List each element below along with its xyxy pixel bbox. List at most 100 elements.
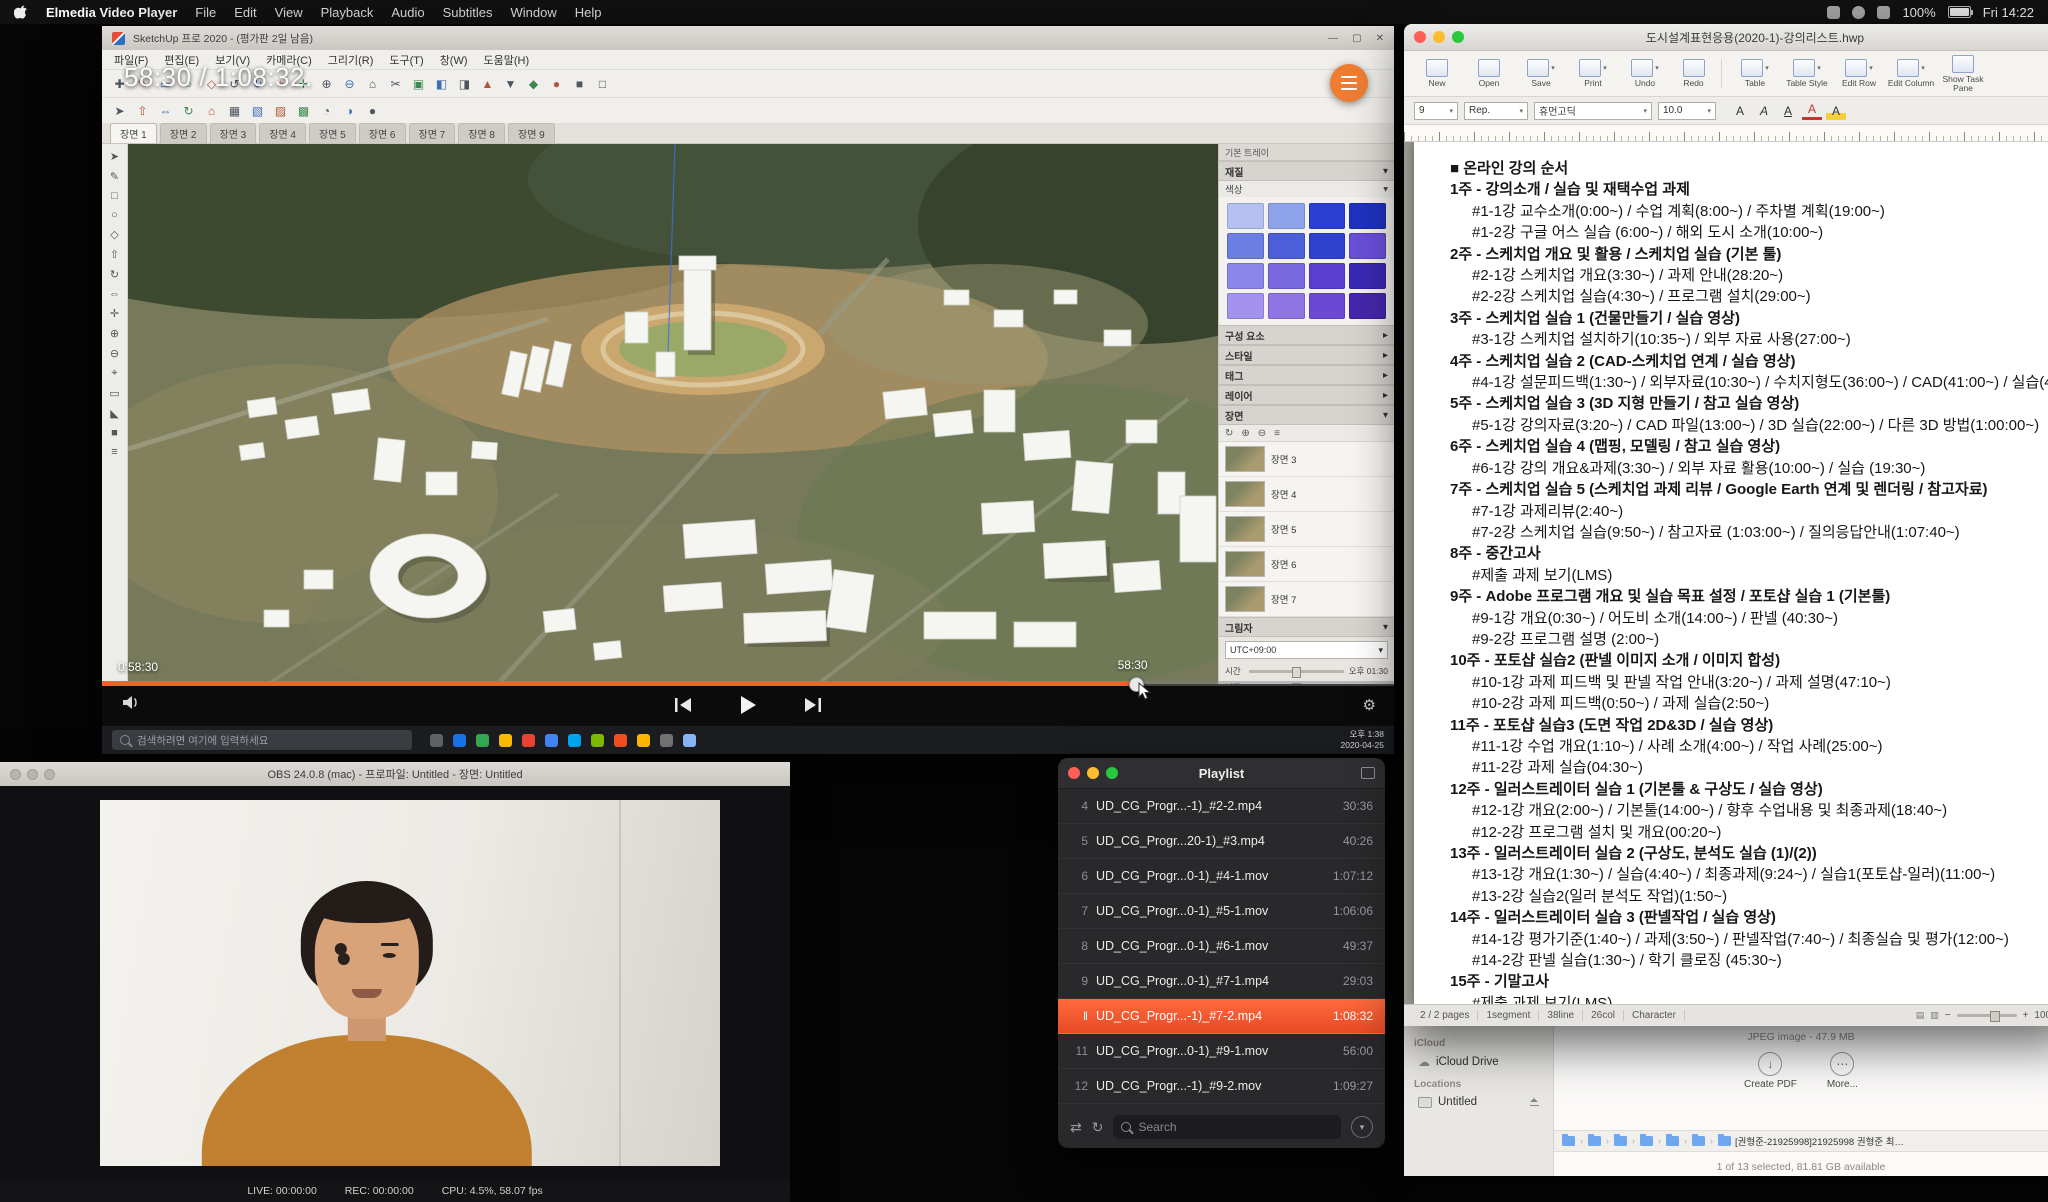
- settings-gear-icon[interactable]: ⚙: [1363, 696, 1376, 714]
- menubar-menu-item[interactable]: Window: [510, 5, 556, 20]
- menubar-app-name[interactable]: Elmedia Video Player: [46, 5, 177, 20]
- zoom-button[interactable]: [44, 769, 55, 780]
- zoom-button[interactable]: [1452, 31, 1464, 43]
- page-layout-icon[interactable]: ▥: [1930, 1010, 1939, 1021]
- repeat-icon[interactable]: ↻: [1092, 1119, 1104, 1136]
- close-button[interactable]: [1068, 767, 1080, 779]
- format-select[interactable]: Rep. ▾: [1464, 102, 1528, 120]
- sidebar-item-icloud-drive[interactable]: ☁ iCloud Drive: [1414, 1053, 1543, 1071]
- font-color-icon[interactable]: A: [1802, 102, 1822, 120]
- menubar-menu-item[interactable]: File: [195, 5, 216, 20]
- obs-title-bar[interactable]: OBS 24.0.8 (mac) - 프로파일: Untitled - 장면: …: [0, 762, 790, 786]
- document-page[interactable]: ■ 온라인 강의 순서1주 - 강의소개 / 실습 및 재택수업 과제#1-1강…: [1414, 142, 2048, 1004]
- toolbar-button[interactable]: ▾ Open: [1464, 59, 1514, 88]
- toolbar-button[interactable]: ▾ Print: [1568, 59, 1618, 88]
- menubar-menu-item[interactable]: Subtitles: [443, 5, 493, 20]
- playlist-item[interactable]: 4 UD_CG_Progr...-1)_#2-2.mp4 30:36: [1058, 789, 1385, 824]
- folder-icon[interactable]: [1666, 1136, 1679, 1146]
- video-player-window[interactable]: SketchUp 프로 2020 - (평가판 2일 남음) — ▢ ✕ 파일(…: [102, 26, 1394, 754]
- minimize-button[interactable]: [27, 769, 38, 780]
- close-button[interactable]: [1414, 31, 1426, 43]
- playlist-item[interactable]: 6 UD_CG_Progr...0-1)_#4-1.mov 1:07:12: [1058, 859, 1385, 894]
- minimize-button[interactable]: [1433, 31, 1445, 43]
- document-text-line: #1-2강 구글 어스 실습 (6:00~) / 해외 도시 소개(10:00~…: [1450, 222, 2048, 243]
- menubar-menu-item[interactable]: Playback: [321, 5, 374, 20]
- dropdown-caret-icon[interactable]: ▾: [1603, 64, 1607, 72]
- folder-icon[interactable]: [1640, 1136, 1653, 1146]
- menubar-clock[interactable]: Fri 14:22: [1983, 5, 2034, 20]
- doc-title-bar[interactable]: 도시설계표현응용(2020-1)-강의리스트.hwp: [1404, 24, 2048, 51]
- toolbar-button[interactable]: ▾ New: [1412, 59, 1462, 88]
- status-icon[interactable]: [1827, 6, 1840, 19]
- format-select-value: 10.0: [1663, 105, 1682, 116]
- menubar-menu-item[interactable]: Audio: [391, 5, 424, 20]
- toolbar-button[interactable]: ▾ Table Style: [1782, 59, 1832, 88]
- popout-icon[interactable]: [1361, 767, 1375, 779]
- tool-icon: ↻: [110, 268, 119, 281]
- toolbar-button[interactable]: ▾ Redo: [1672, 59, 1722, 88]
- toolbar-button[interactable]: ▾ Table: [1730, 59, 1780, 88]
- zoom-in-button[interactable]: +: [2023, 1010, 2029, 1021]
- folder-icon[interactable]: [1588, 1136, 1601, 1146]
- zoom-button[interactable]: [1106, 767, 1118, 779]
- highlight-color-icon[interactable]: A: [1826, 102, 1846, 120]
- format-select[interactable]: 10.0 ▾: [1658, 102, 1716, 120]
- format-select[interactable]: 휴먼고딕 ▾: [1534, 102, 1652, 120]
- playlist-search-input[interactable]: Search: [1113, 1115, 1341, 1139]
- toolbar-button[interactable]: ▾ Show Task Pane: [1938, 55, 1988, 93]
- quick-action-button[interactable]: ↓ Create PDF: [1744, 1052, 1797, 1090]
- underline-icon[interactable]: A: [1778, 102, 1798, 120]
- menubar-menu-item[interactable]: Edit: [234, 5, 256, 20]
- video-content-3d-view[interactable]: [128, 144, 1218, 684]
- progress-bar[interactable]: [102, 681, 1394, 686]
- minimize-button[interactable]: [1087, 767, 1099, 779]
- page-view-icon[interactable]: ▤: [1916, 1010, 1925, 1021]
- zoom-out-button[interactable]: −: [1945, 1010, 1951, 1021]
- format-select[interactable]: 9 ▾: [1414, 102, 1458, 120]
- status-icon[interactable]: [1852, 6, 1865, 19]
- dropdown-caret-icon[interactable]: ▾: [1551, 64, 1555, 72]
- playlist-item[interactable]: 5 UD_CG_Progr...20-1)_#3.mp4 40:26: [1058, 824, 1385, 859]
- volume-icon[interactable]: [122, 695, 140, 716]
- playlist-item[interactable]: 8 UD_CG_Progr...0-1)_#6-1.mov 49:37: [1058, 929, 1385, 964]
- toolbar-button[interactable]: ▾ Edit Column: [1886, 59, 1936, 88]
- playlist-item[interactable]: 7 UD_CG_Progr...0-1)_#5-1.mov 1:06:06: [1058, 894, 1385, 929]
- document-text-line: #12-1강 개요(2:00~) / 기본툴(14:00~) / 향후 수업내용…: [1450, 800, 2048, 821]
- dropdown-caret-icon[interactable]: ▾: [1655, 64, 1659, 72]
- menubar-menu-item[interactable]: View: [275, 5, 303, 20]
- dropdown-caret-icon[interactable]: ▾: [1817, 64, 1821, 72]
- shuffle-icon[interactable]: ⇄: [1070, 1119, 1082, 1136]
- quick-action-button[interactable]: ⋯ More...: [1827, 1052, 1858, 1090]
- previous-button[interactable]: [673, 697, 693, 713]
- playlist-title-bar[interactable]: Playlist: [1058, 758, 1385, 789]
- folder-icon[interactable]: [1692, 1136, 1705, 1146]
- toolbar-button[interactable]: ▾ Undo: [1620, 59, 1670, 88]
- playlist-options-button[interactable]: ▾: [1351, 1116, 1373, 1138]
- playlist-item[interactable]: 9 UD_CG_Progr...0-1)_#7-1.mp4 29:03: [1058, 964, 1385, 999]
- apple-menu-icon[interactable]: [14, 4, 28, 20]
- breadcrumb-selected[interactable]: [권형준-21925998]21925998 권형준 최…: [1718, 1134, 1904, 1148]
- eject-icon[interactable]: [1530, 1098, 1539, 1106]
- bold-icon[interactable]: A: [1730, 102, 1750, 120]
- status-icon[interactable]: [1877, 6, 1890, 19]
- next-button[interactable]: [803, 697, 823, 713]
- folder-icon[interactable]: [1614, 1136, 1627, 1146]
- dropdown-caret-icon[interactable]: ▾: [1869, 64, 1873, 72]
- sidebar-item-untitled[interactable]: Untitled: [1414, 1094, 1543, 1110]
- play-button[interactable]: [737, 694, 759, 716]
- dropdown-caret-icon[interactable]: ▾: [1765, 64, 1769, 72]
- close-button[interactable]: [10, 769, 21, 780]
- player-menu-button[interactable]: [1330, 64, 1368, 102]
- italic-icon[interactable]: A: [1754, 102, 1774, 120]
- playlist-item[interactable]: 11 UD_CG_Progr...0-1)_#9-1.mov 56:00: [1058, 1034, 1385, 1069]
- folder-icon[interactable]: [1562, 1136, 1575, 1146]
- zoom-slider-knob[interactable]: [1990, 1011, 2000, 1022]
- toolbar-button[interactable]: ▾ Edit Row: [1834, 59, 1884, 88]
- tool-icon: ■: [111, 427, 118, 439]
- dropdown-caret-icon[interactable]: ▾: [1921, 64, 1925, 72]
- toolbar-button[interactable]: ▾ Save: [1516, 59, 1566, 88]
- zoom-slider[interactable]: [1957, 1014, 2017, 1017]
- menubar-menu-item[interactable]: Help: [575, 5, 602, 20]
- playlist-item[interactable]: 12 UD_CG_Progr...-1)_#9-2.mov 1:09:27: [1058, 1069, 1385, 1104]
- playlist-item[interactable]: ‖ UD_CG_Progr...-1)_#7-2.mp4 1:08:32: [1058, 999, 1385, 1034]
